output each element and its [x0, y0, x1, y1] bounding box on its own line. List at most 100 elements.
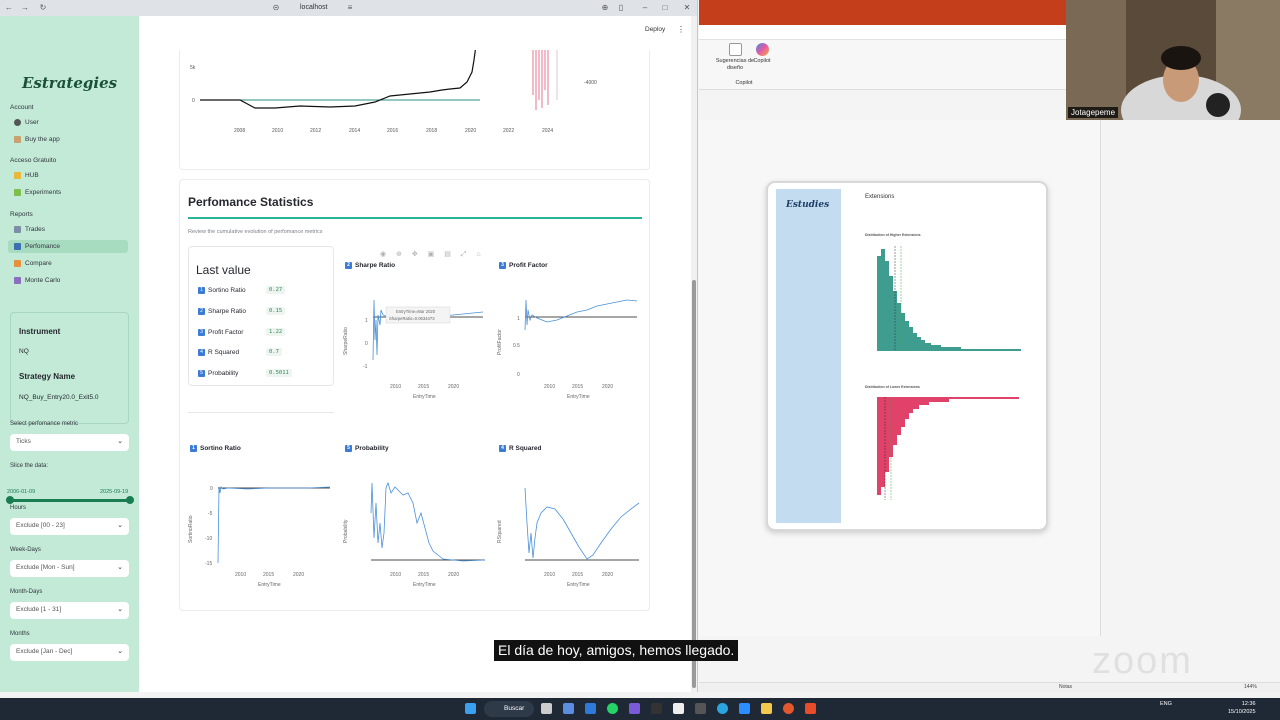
reports-heading: Reports [10, 211, 33, 218]
more-menu-icon[interactable]: ⋮ [677, 25, 685, 34]
x-tick: 2020 [448, 572, 459, 578]
instrument-panel: Instrument NQ Strategy Name NQ_Buy_Entry… [10, 312, 129, 424]
notion-icon[interactable] [673, 703, 684, 714]
slide-histogram-lower [877, 397, 1019, 500]
x-axis-label: EntryTime [413, 394, 436, 400]
design-ideas-icon [728, 43, 742, 56]
sidebar-item-monte-carlo[interactable]: Monte Carlo [14, 277, 60, 284]
globe-icon[interactable]: ⊕ [600, 3, 610, 13]
slider-handle-end[interactable] [126, 496, 134, 504]
probability-plot: 2010 2015 2020 EntryTime Probability [343, 481, 486, 588]
deploy-button[interactable]: Deploy [645, 26, 665, 33]
whatsapp-icon[interactable] [607, 703, 618, 714]
x-tick: 2022 [503, 128, 514, 134]
taskbar-search[interactable]: Buscar [484, 701, 534, 717]
telegram-icon[interactable] [717, 703, 728, 714]
y-axis-label: ProfitFactor [497, 329, 503, 355]
slice-label: Slice the data: [10, 463, 49, 469]
profit-factor-plot: 1 0.5 0 2010 2015 2020 EntryTime ProfitF… [497, 299, 638, 400]
slide-thumbnail[interactable]: Estudies Extensions Distribution of High… [766, 181, 1048, 531]
y-axis-label: RSquared [497, 520, 503, 543]
screen: ← → ↻ ⊝ localhost ≡ ⊕ ▯ – □ ✕ Estrategie… [0, 0, 1280, 720]
last-value-row: 3 Profit Factor 1.22 [198, 328, 328, 336]
free-heading: Acceso Gratuito [10, 157, 57, 164]
instrument-title: Instrument [19, 327, 61, 336]
app-icon[interactable] [695, 703, 706, 714]
system-tray[interactable]: ENG [1160, 701, 1172, 707]
x-axis-label: EntryTime [413, 582, 436, 588]
months-select[interactable]: Exclude [Jan - Dec] ⌄ [10, 644, 129, 661]
link-icon: ⊝ [272, 3, 280, 12]
sidebar-item-buy[interactable]: Buy the app [14, 136, 60, 143]
windows-start-icon[interactable] [465, 703, 476, 714]
sidebar-toggle-icon[interactable]: ▯ [616, 3, 626, 13]
equity-chart: 5k 0 -4000 2008 2010 2012 2014 2016 2018… [190, 44, 597, 134]
app-icon[interactable] [629, 703, 640, 714]
y-tick: 0 [517, 372, 520, 378]
clock[interactable]: 12:36 15/10/2025 [1228, 700, 1256, 716]
ppt-title-bar [699, 0, 1066, 25]
x-tick: 2015 [572, 384, 583, 390]
app-icon[interactable] [651, 703, 662, 714]
last-value-row: 4R Squared 0.7 [198, 348, 328, 356]
minimize-icon[interactable]: – [640, 3, 650, 13]
r-squared-plot: 2010 2015 2020 EntryTime RSquared [497, 487, 640, 588]
notes-button[interactable]: Notas [1059, 684, 1072, 690]
sidebar-item-compare[interactable]: Compare [14, 260, 52, 267]
browser-window: ← → ↻ ⊝ localhost ≡ ⊕ ▯ – □ ✕ Estrategie… [0, 0, 698, 692]
strategy-value: NQ_Buy_Entry20.0_Exit5.0 [19, 394, 99, 401]
settings-icon[interactable]: ≡ [345, 3, 355, 13]
slide-editor-area: Estudies Extensions Distribution of High… [699, 120, 1101, 636]
x-axis-label: EntryTime [567, 582, 590, 588]
app-logo: Estrategies [22, 74, 118, 92]
monthdays-select[interactable]: Exclude [1 - 31] ⌄ [10, 602, 129, 619]
app-icon[interactable] [563, 703, 574, 714]
metric-select[interactable]: Ticks ⌄ [10, 434, 129, 451]
outlook-icon[interactable] [585, 703, 596, 714]
subtitle-caption: El día de hoy, amigos, hemos llegado. [494, 640, 739, 661]
x-tick: 2020 [465, 128, 476, 134]
x-tick: 2015 [572, 572, 583, 578]
taskview-icon[interactable] [541, 703, 552, 714]
zoom-level[interactable]: 144% [1244, 684, 1257, 690]
forward-icon[interactable]: → [20, 3, 30, 13]
account-heading: Account [10, 104, 34, 111]
sortino-line [217, 486, 331, 564]
file-explorer-icon[interactable] [761, 703, 772, 714]
date-slider-track[interactable] [9, 499, 130, 502]
close-icon[interactable]: ✕ [682, 3, 692, 13]
x-tick: 2024 [542, 128, 553, 134]
x-axis-label: EntryTime [567, 394, 590, 400]
sidebar-item-user[interactable]: User [14, 119, 39, 126]
chart-toolbar[interactable]: ◉ ⊕ ✥ ▣ ▤ ⤢ ⌂ [380, 250, 485, 259]
scrollbar-thumb[interactable] [692, 280, 696, 688]
app-icon[interactable] [805, 703, 816, 714]
bar-chart-icon [14, 226, 21, 233]
hours-select[interactable]: Exclude [00 - 23] ⌄ [10, 518, 129, 535]
sidebar-item-trades[interactable]: Trades [14, 226, 45, 233]
slider-handle-start[interactable] [6, 496, 14, 504]
zoom-app-icon[interactable] [739, 703, 750, 714]
url-bar[interactable]: localhost [300, 4, 328, 11]
weekdays-select[interactable]: Exclude [Mon - Sun] ⌄ [10, 560, 129, 577]
y-tick: 1 [365, 318, 368, 324]
x-tick: 2010 [544, 572, 555, 578]
sidebar-item-experiments[interactable]: Experiments [14, 189, 61, 196]
number-badge-icon: 2 [198, 308, 205, 315]
copilot-button[interactable]: Copilot [751, 43, 773, 65]
copilot-icon [755, 43, 769, 56]
maximize-icon[interactable]: □ [660, 3, 670, 13]
powerpoint-icon[interactable] [783, 703, 794, 714]
x-tick: 2014 [349, 128, 360, 134]
y-tick: -15 [205, 561, 212, 567]
x-tick: 2020 [448, 384, 459, 390]
sidebar-item-perfomance[interactable]: Perfomance [14, 243, 60, 250]
equity-chart-card: 5k 0 -4000 2008 2010 2012 2014 2016 2018… [179, 44, 650, 170]
slide-heading: Extensions [865, 194, 895, 200]
sidebar-item-hub[interactable]: HUB [14, 172, 39, 179]
reload-icon[interactable]: ↻ [38, 3, 48, 13]
number-badge-icon: 5 [198, 370, 205, 377]
x-tick: 2010 [235, 572, 246, 578]
back-icon[interactable]: ← [4, 3, 14, 13]
probability-line [370, 481, 486, 562]
